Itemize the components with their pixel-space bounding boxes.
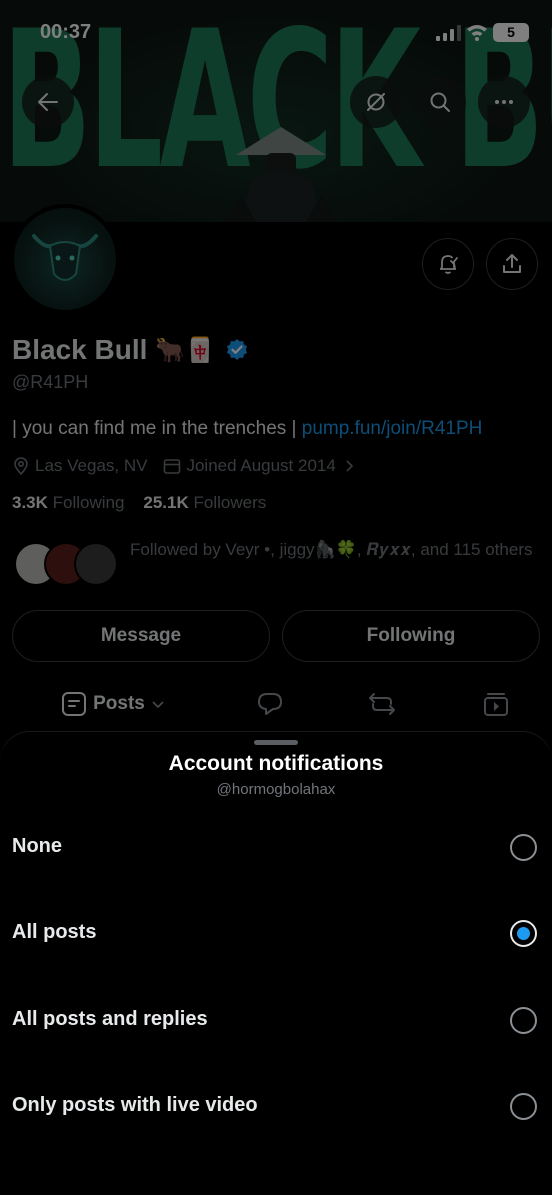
sheet-title: Account notifications <box>168 752 384 775</box>
option-label: All posts <box>12 921 97 943</box>
option-label: All posts and replies <box>12 1008 208 1030</box>
option-all-posts-and-replies[interactable]: All posts and replies <box>0 989 552 1051</box>
radio-button-selected[interactable] <box>510 920 537 947</box>
option-label: None <box>12 835 62 857</box>
account-notifications-sheet: Account notifications @hormogbolahax Non… <box>0 732 552 1195</box>
radio-button[interactable] <box>510 1007 537 1034</box>
sheet-subtitle: @hormogbolahax <box>216 781 336 798</box>
option-all-posts[interactable]: All posts <box>0 902 552 964</box>
radio-button[interactable] <box>510 834 537 861</box>
option-live-video-only[interactable]: Only posts with live video <box>0 1075 552 1137</box>
option-none[interactable]: None <box>0 816 552 878</box>
sheet-grabber[interactable] <box>254 740 298 745</box>
option-label: Only posts with live video <box>12 1094 258 1116</box>
radio-selected-dot <box>517 927 530 940</box>
radio-button[interactable] <box>510 1093 537 1120</box>
